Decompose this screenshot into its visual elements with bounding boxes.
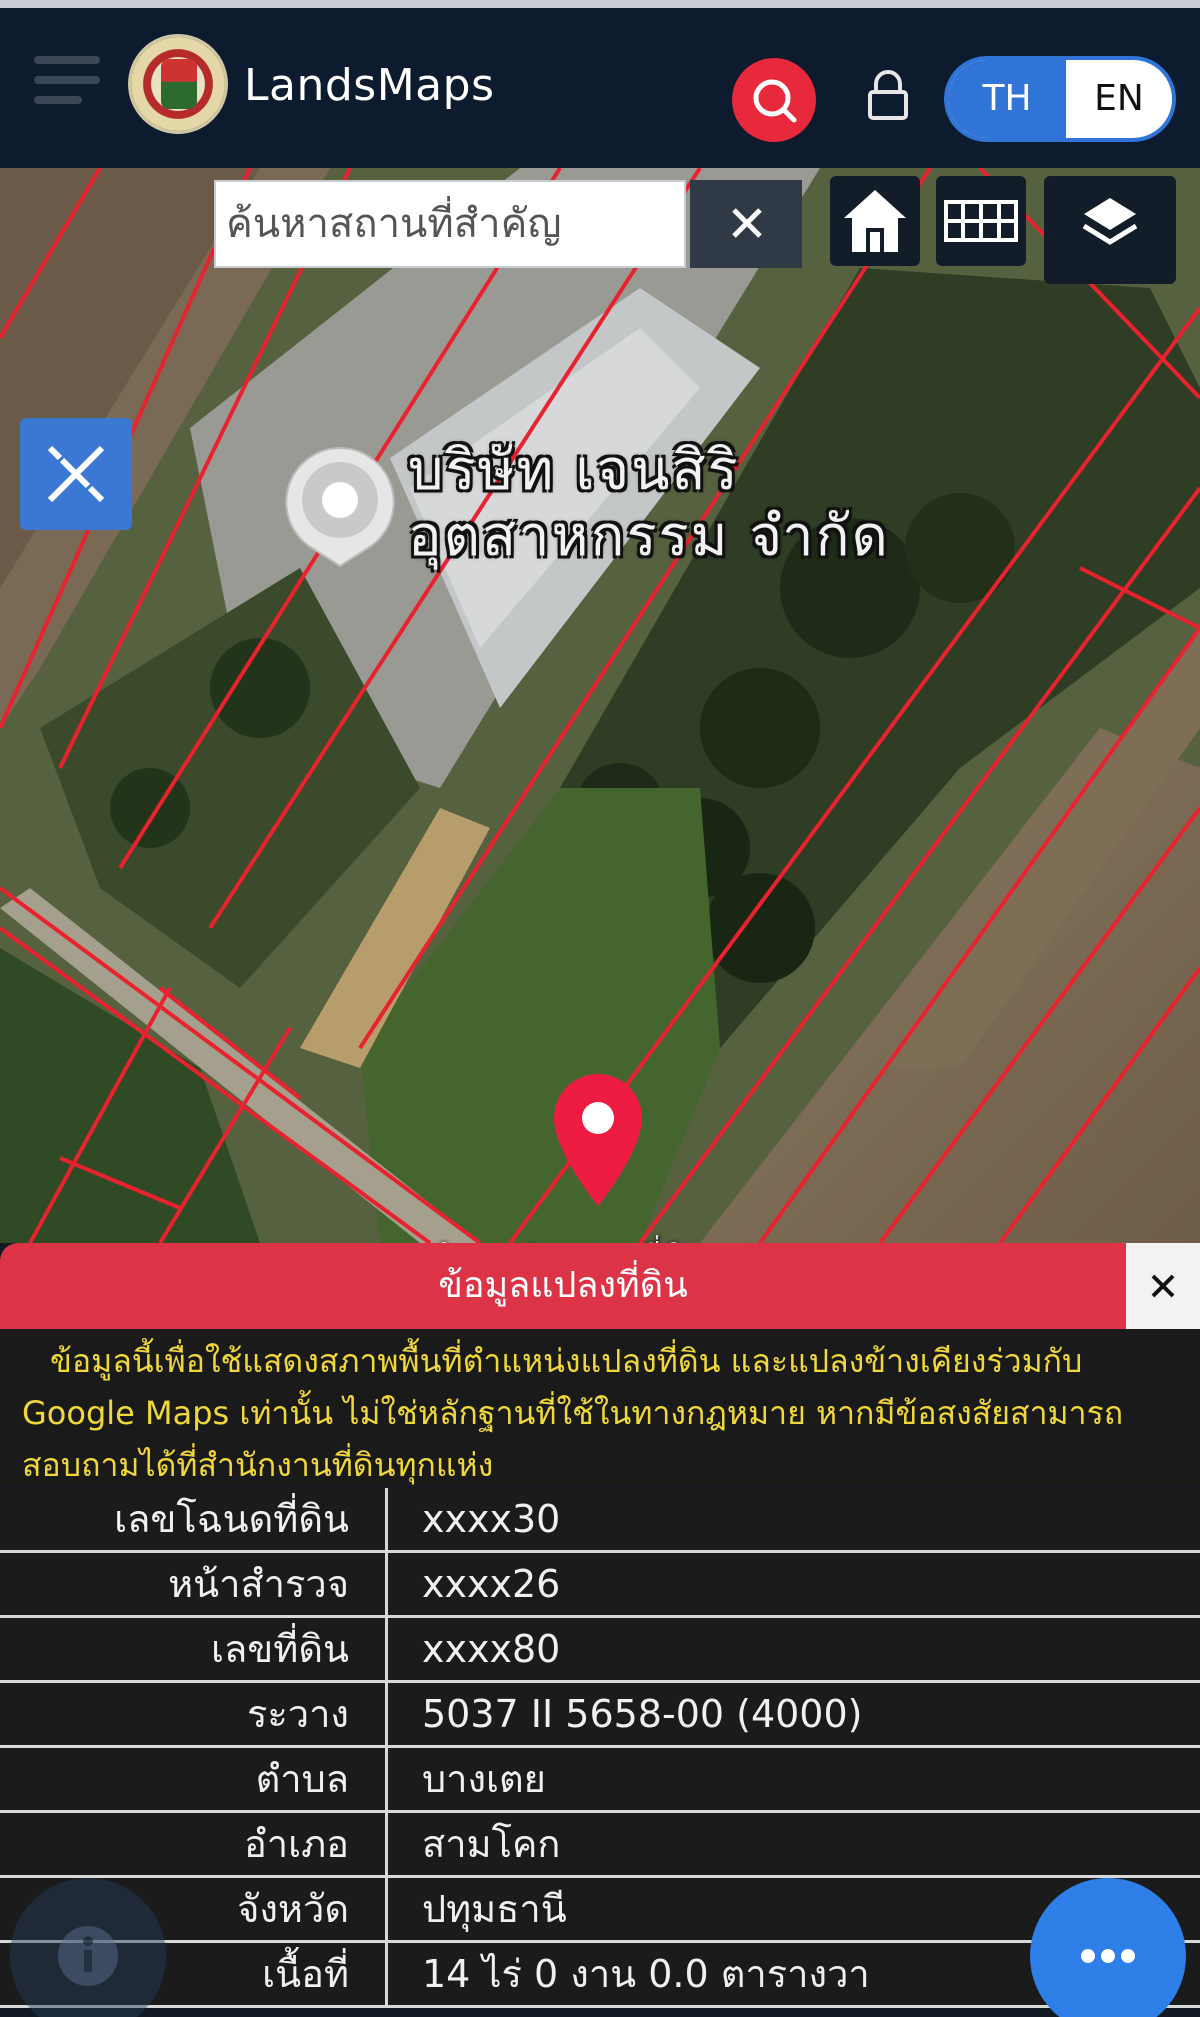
parcel-info-table: เลขโฉนดที่ดิน xxxx30 หน้าสำรวจ xxxx26 เล…: [0, 1488, 1200, 2008]
table-row: จังหวัด ปทุมธานี: [0, 1878, 1200, 1943]
row-label: หน้าสำรวจ: [0, 1553, 388, 1615]
parcel-info-header: ข้อมูลแปลงที่ดิน: [0, 1243, 1126, 1329]
place-marker-icon[interactable]: [282, 444, 398, 568]
place-search-input[interactable]: [216, 182, 684, 266]
row-label: ตำบล: [0, 1748, 388, 1810]
row-label: ระวาง: [0, 1683, 388, 1745]
more-options-button[interactable]: [1030, 1878, 1186, 2017]
measure-tool-icon: [47, 445, 105, 503]
app-header: LandsMaps TH EN: [0, 8, 1200, 168]
table-row: เลขที่ดิน xxxx80: [0, 1618, 1200, 1683]
info-button[interactable]: [10, 1878, 166, 2017]
notice-line: สอบถามได้ที่สำนักงานที่ดินทุกแห่ง: [22, 1446, 494, 1484]
hamburger-menu-icon[interactable]: [34, 56, 102, 118]
row-value: บางเตย: [422, 1757, 546, 1801]
more-icon: [1081, 1949, 1135, 1963]
layers-button[interactable]: [1044, 176, 1176, 284]
layers-icon: [1082, 198, 1138, 245]
row-value: xxxx80: [422, 1627, 561, 1671]
app-title: LandsMaps: [244, 60, 495, 111]
department-logo: [128, 34, 228, 134]
table-row: ตำบล บางเตย: [0, 1748, 1200, 1813]
row-label: เลขที่ดิน: [0, 1618, 388, 1680]
home-icon: [844, 190, 906, 252]
table-row: เลขโฉนดที่ดิน xxxx30: [0, 1488, 1200, 1553]
measure-tool-button[interactable]: [20, 418, 132, 530]
lang-en-button[interactable]: EN: [1066, 60, 1172, 138]
row-value: xxxx30: [422, 1497, 561, 1541]
parcel-location-label: ตำแหน่งแปลงที่ดิน: [428, 1232, 710, 1243]
row-value: 14 ไร่ 0 งาน 0.0 ตารางวา: [422, 1952, 870, 1996]
table-row: เนื้อที่ 14 ไร่ 0 งาน 0.0 ตารางวา: [0, 1943, 1200, 2008]
map-place-label: บริษัท เจนสิริ อุตสาหกรรม จำกัด: [408, 438, 890, 570]
row-value: ปทุมธานี: [422, 1887, 567, 1931]
search-icon: [753, 79, 797, 123]
language-toggle: TH EN: [944, 56, 1176, 142]
close-icon: [732, 208, 762, 238]
row-label: เลขโฉนดที่ดิน: [0, 1488, 388, 1550]
disclaimer-notice: ข้อมูลนี้เพื่อใช้แสดงสภาพพื้นที่ตำแหน่งแ…: [0, 1329, 1200, 1487]
place-label-line2: อุตสาหกรรม จำกัด: [408, 504, 890, 569]
table-row: ระวาง 5037 II 5658-00 (4000): [0, 1683, 1200, 1748]
status-strip: [0, 0, 1200, 8]
panel-title: ข้อมูลแปลงที่ดิน: [438, 1265, 688, 1306]
notice-line: ข้อมูลนี้เพื่อใช้แสดงสภาพพื้นที่ตำแหน่งแ…: [50, 1342, 1083, 1380]
row-value: 5037 II 5658-00 (4000): [422, 1692, 863, 1736]
grid-icon: [944, 200, 1018, 242]
row-value: xxxx26: [422, 1562, 561, 1606]
close-panel-button[interactable]: [1126, 1243, 1200, 1329]
home-button[interactable]: [830, 176, 920, 266]
parcel-location-pin-icon[interactable]: [550, 1070, 646, 1210]
info-icon: [58, 1926, 118, 1986]
lang-th-button[interactable]: TH: [948, 60, 1066, 138]
table-row: หน้าสำรวจ xxxx26: [0, 1553, 1200, 1618]
place-label-line1: บริษัท เจนสิริ: [408, 438, 740, 503]
map-view[interactable]: บริษัท เจนสิริ อุตสาหกรรม จำกัด ตำแหน่งแ…: [0, 168, 1200, 1243]
notice-line: Google Maps เท่านั้น ไม่ใช่หลักฐานที่ใช้…: [22, 1394, 1124, 1432]
grid-button[interactable]: [936, 176, 1026, 266]
lock-icon: [868, 70, 908, 120]
login-button[interactable]: [866, 68, 910, 122]
search-button[interactable]: [732, 58, 816, 142]
row-value: สามโคก: [422, 1822, 561, 1866]
table-row: อำเภอ สามโคก: [0, 1813, 1200, 1878]
row-label: อำเภอ: [0, 1813, 388, 1875]
close-icon: [1151, 1274, 1175, 1298]
place-search-box: [214, 180, 686, 268]
clear-search-button[interactable]: [690, 180, 802, 268]
